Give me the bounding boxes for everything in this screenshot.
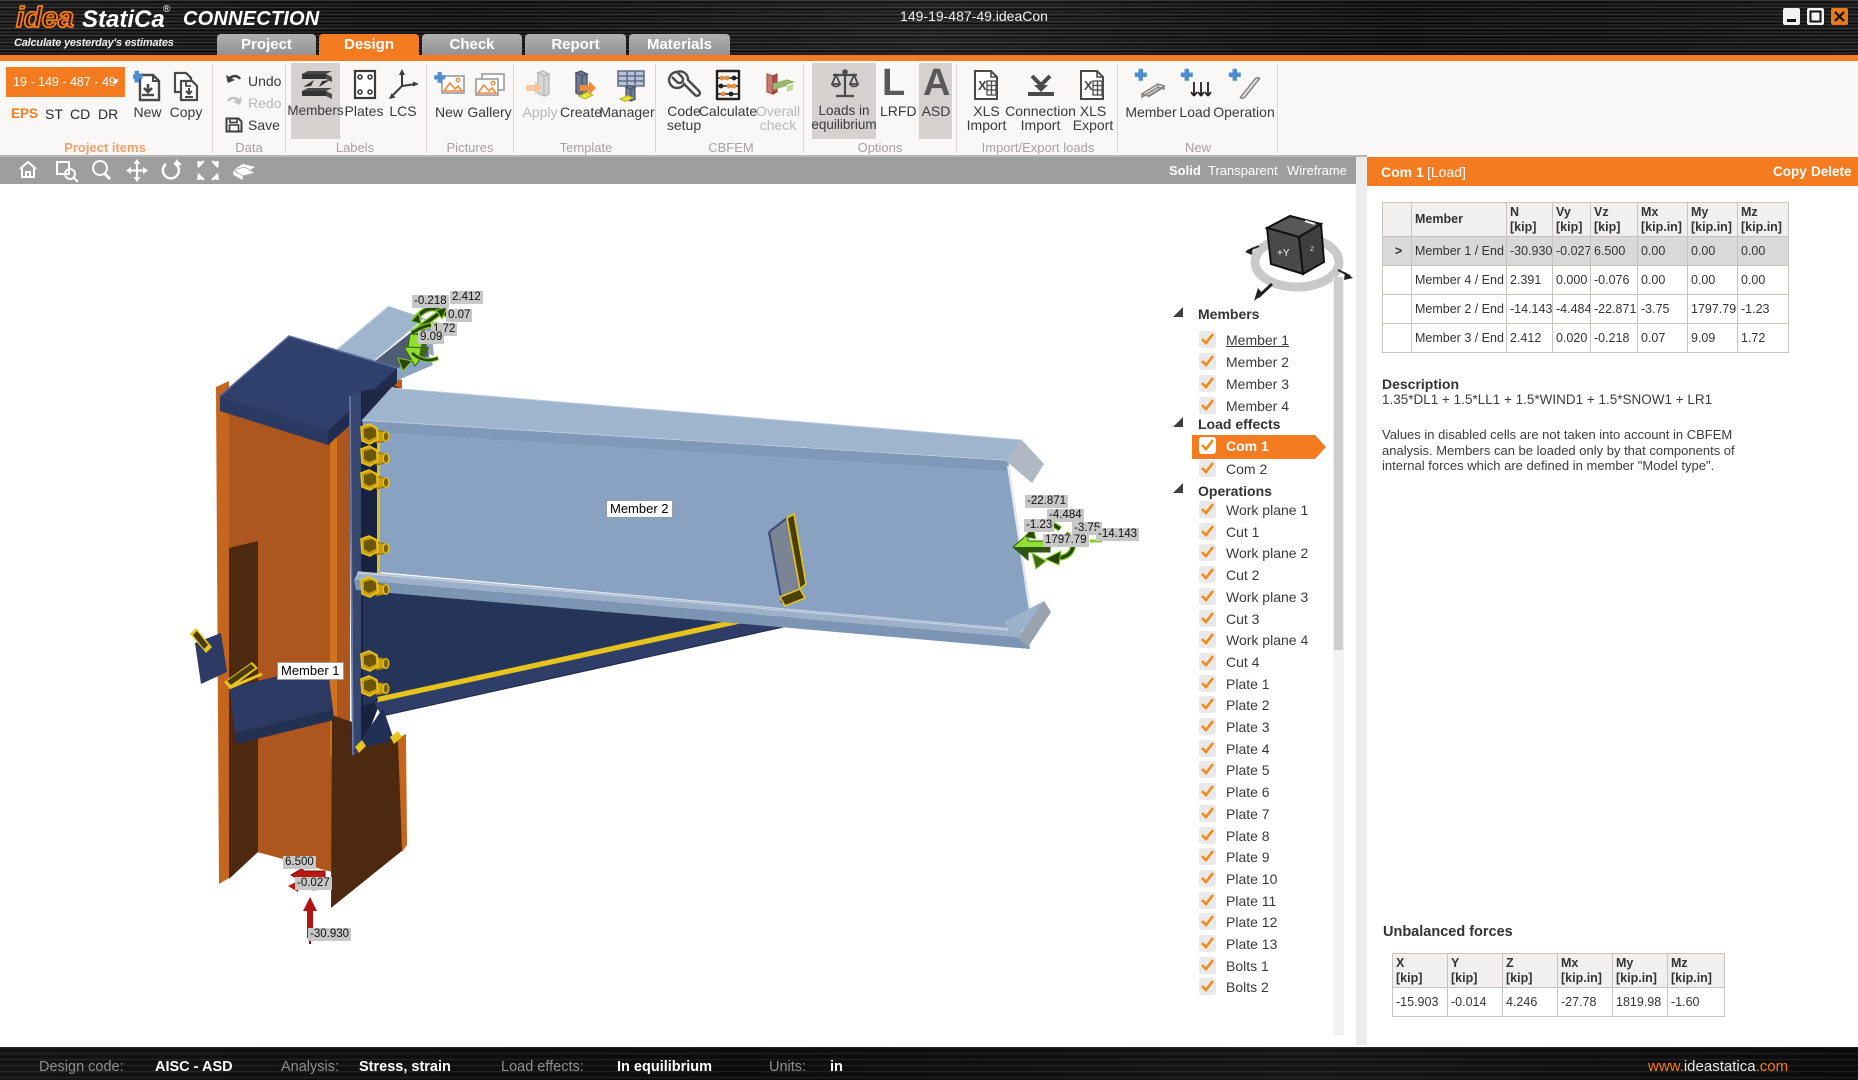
svg-text:+Y: +Y: [1277, 248, 1290, 259]
svg-text:z: z: [1310, 243, 1314, 253]
svg-text:X: X: [978, 78, 987, 93]
svg-text:X: X: [1084, 78, 1093, 93]
